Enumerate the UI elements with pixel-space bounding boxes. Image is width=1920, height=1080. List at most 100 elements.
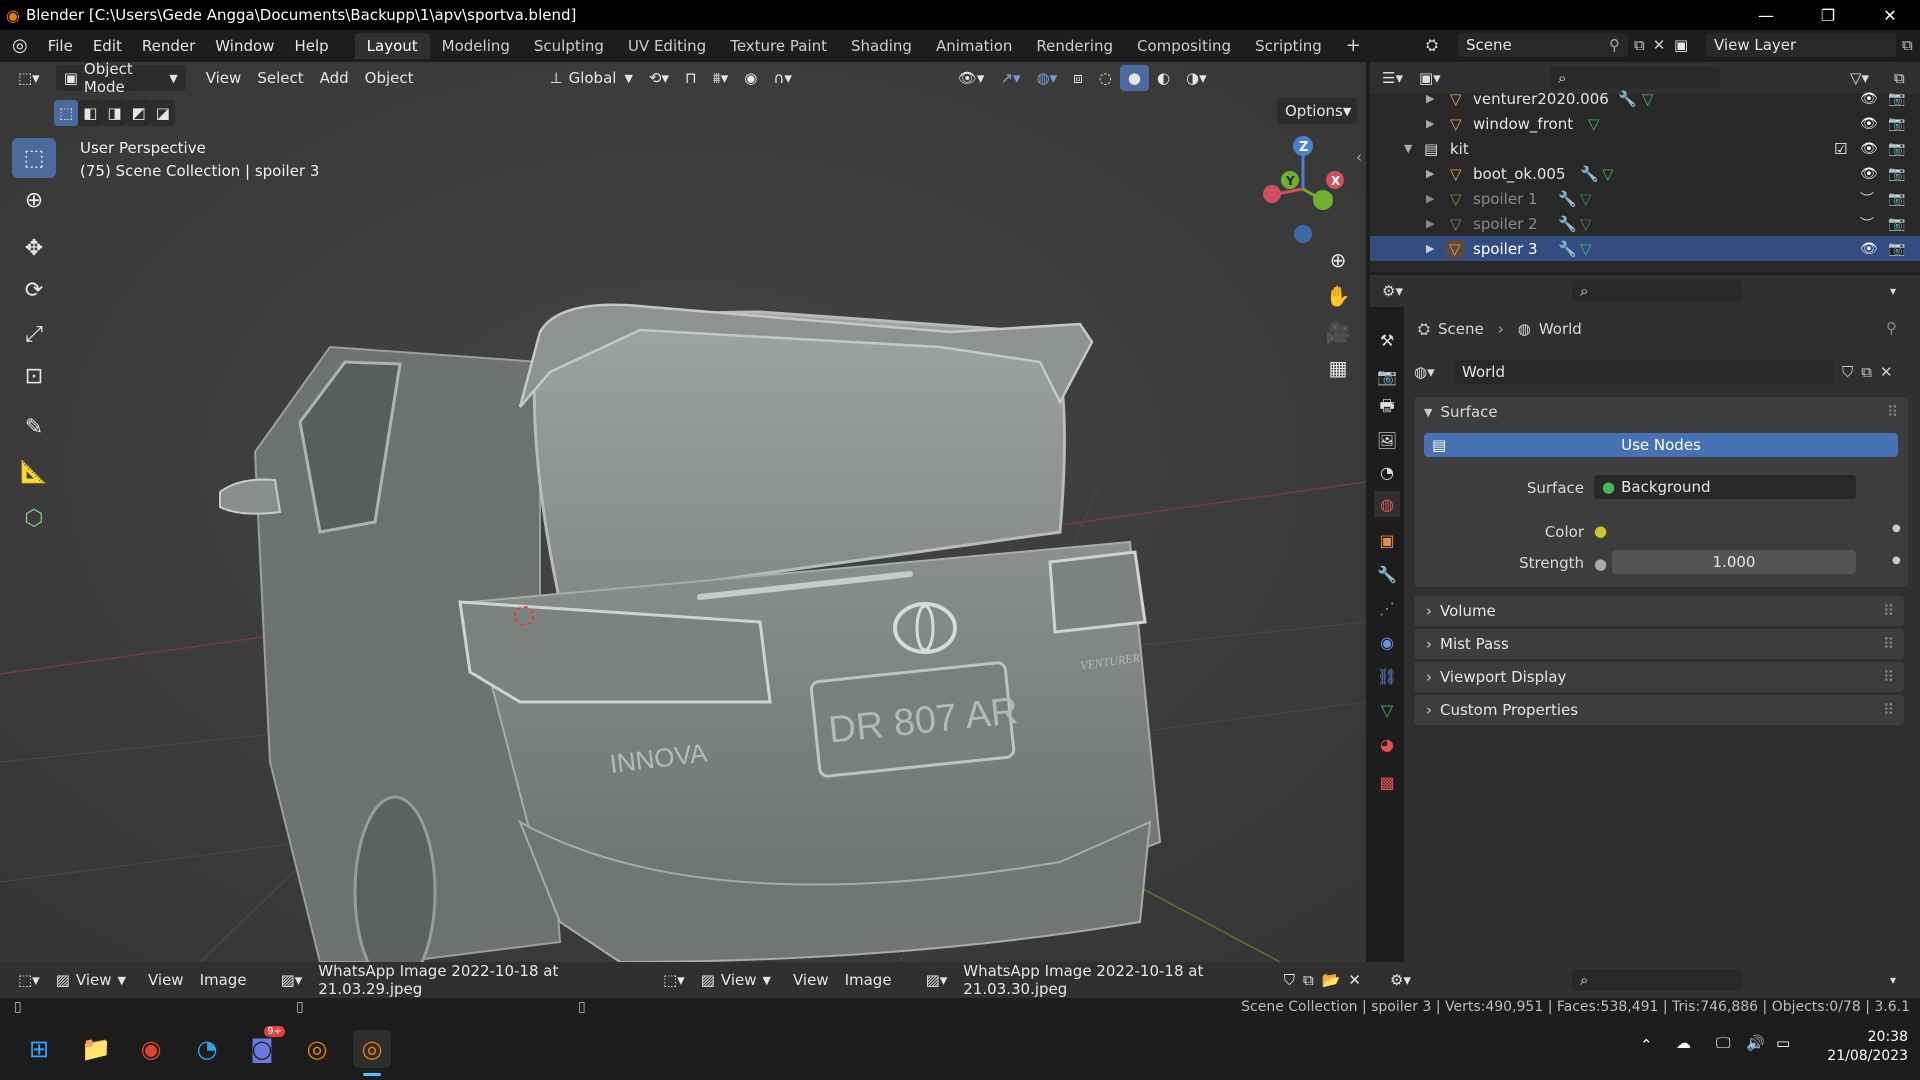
- editor-type-icon[interactable]: ⬚▾: [10, 65, 48, 91]
- visibility-eye-icon[interactable]: 👁: [1860, 141, 1878, 157]
- discord-icon[interactable]: ◙ 9+: [243, 1026, 285, 1068]
- battery-icon[interactable]: ▭: [1776, 1034, 1790, 1052]
- keyframe-dot-icon[interactable]: ●: [1892, 555, 1901, 566]
- select-invert-icon[interactable]: ◩: [126, 100, 151, 126]
- pivot-point-icon[interactable]: ⟲▾: [641, 65, 677, 91]
- tab-compositing[interactable]: Compositing: [1125, 33, 1243, 59]
- expand-arrow-icon[interactable]: ▶: [1426, 167, 1434, 180]
- fake-user-icon[interactable]: ⛉: [1280, 967, 1299, 993]
- new-image-icon[interactable]: ⧉: [1299, 967, 1318, 993]
- material-tab-icon[interactable]: ◕: [1374, 731, 1400, 757]
- select-subtract-icon[interactable]: ◨: [102, 100, 127, 126]
- hidden-eye-icon[interactable]: ︶: [1860, 189, 1874, 209]
- close-button[interactable]: ✕: [1862, 0, 1918, 30]
- outliner-row[interactable]: ▶ ▽ boot_ok.005 🔧 ▽ 👁 📷: [1370, 161, 1920, 186]
- zoom-icon[interactable]: ⊕: [1320, 242, 1356, 278]
- menu-help[interactable]: Help: [284, 37, 338, 55]
- tab-rendering[interactable]: Rendering: [1024, 33, 1125, 59]
- collapse-arrow-icon[interactable]: ▼: [1404, 142, 1412, 155]
- tab-layout[interactable]: Layout: [354, 32, 430, 59]
- strength-slider[interactable]: 1.000: [1612, 550, 1856, 574]
- pan-hand-icon[interactable]: ✋: [1320, 278, 1356, 314]
- render-tab-icon[interactable]: 📷: [1374, 363, 1400, 389]
- transform-tool-icon[interactable]: ⊡: [12, 356, 56, 396]
- outliner-row[interactable]: ▶ ▽ spoiler 1 🔧 ▽ ︶ 📷: [1370, 186, 1920, 211]
- menu-view[interactable]: View: [140, 967, 192, 993]
- outliner-row[interactable]: ▼ ▤ kit ☑ 👁 📷: [1370, 136, 1920, 161]
- view-layer-field[interactable]: View Layer: [1706, 33, 1896, 57]
- expand-arrow-icon[interactable]: ▶: [1426, 242, 1434, 255]
- network-icon[interactable]: 🖵: [1716, 1034, 1730, 1052]
- menu-render[interactable]: Render: [132, 37, 205, 55]
- drag-handle-icon[interactable]: ⠿: [1883, 635, 1894, 653]
- new-view-layer-icon[interactable]: ⧉: [1902, 36, 1913, 54]
- duplicate-world-icon[interactable]: ⧉: [1861, 363, 1872, 381]
- keyframe-dot-icon[interactable]: ●: [1892, 523, 1901, 534]
- expand-arrow-icon[interactable]: ▶: [1426, 217, 1434, 230]
- color-field[interactable]: ●: [1594, 519, 1856, 543]
- select-intersect-icon[interactable]: ◪: [150, 100, 175, 126]
- blender-menu-icon[interactable]: ◎: [0, 35, 38, 56]
- data-tab-icon[interactable]: ▽: [1374, 697, 1400, 723]
- view-layer-tab-icon[interactable]: 🖼: [1374, 427, 1400, 453]
- blender-taskbar-icon[interactable]: ◎: [298, 1030, 336, 1068]
- surface-panel-header[interactable]: ▼ Surface ⠿: [1414, 397, 1908, 427]
- cursor-tool-icon[interactable]: ⊕: [12, 180, 56, 220]
- render-camera-icon[interactable]: 📷: [1888, 141, 1905, 157]
- 3d-viewport[interactable]: DR 807 AR INNOVA VENTURER ⬚▾ ▣ Object Mo…: [0, 62, 1366, 962]
- snap-icon[interactable]: ⊓: [677, 65, 705, 91]
- file-explorer-icon[interactable]: 📁: [77, 1030, 115, 1068]
- render-camera-icon[interactable]: 📷: [1888, 91, 1905, 107]
- render-camera-icon[interactable]: 📷: [1888, 216, 1905, 232]
- perspective-toggle-icon[interactable]: ▦: [1320, 350, 1356, 386]
- menu-image[interactable]: Image: [192, 967, 255, 993]
- new-collection-icon[interactable]: ⧉: [1894, 69, 1905, 87]
- unlink-image-icon[interactable]: ✕: [1344, 967, 1365, 993]
- snap-target-icon[interactable]: ⩩▾: [705, 65, 737, 91]
- object-tab-icon[interactable]: ▣: [1374, 527, 1400, 553]
- tab-uv-editing[interactable]: UV Editing: [616, 33, 718, 59]
- rendered-shading-icon[interactable]: ◑▾: [1178, 65, 1215, 91]
- drag-handle-icon[interactable]: ⠿: [1883, 668, 1894, 686]
- solid-shading-icon[interactable]: ●: [1119, 65, 1149, 91]
- tool-tab-icon[interactable]: ⚒: [1374, 327, 1400, 353]
- sidebar-toggle-icon[interactable]: ‹: [1356, 148, 1362, 166]
- scale-tool-icon[interactable]: ⤢: [12, 314, 56, 354]
- scene-tab-icon[interactable]: ◔: [1374, 459, 1400, 485]
- overlay-toggle-icon[interactable]: ◍▾: [1029, 65, 1066, 91]
- world-tab-icon[interactable]: ◍: [1374, 491, 1400, 517]
- image-name-field[interactable]: WhatsApp Image 2022-10-18 at 21.03.30.jp…: [955, 962, 1279, 998]
- exclude-checkbox[interactable]: ☑: [1834, 140, 1847, 158]
- new-scene-icon[interactable]: ⧉: [1634, 36, 1645, 54]
- outliner-row[interactable]: ▶ ▽ venturer2020.006 🔧 ▽ 👁 📷: [1370, 86, 1920, 111]
- viewport-display-panel[interactable]: › Viewport Display ⠿: [1414, 662, 1904, 692]
- particles-tab-icon[interactable]: ⋰: [1374, 595, 1400, 621]
- tab-animation[interactable]: Animation: [924, 33, 1024, 59]
- tab-shading[interactable]: Shading: [839, 33, 924, 59]
- view-layer-icon[interactable]: ▣: [1674, 36, 1706, 54]
- rotate-tool-icon[interactable]: ⟳: [12, 270, 56, 310]
- use-nodes-button[interactable]: ▤ Use Nodes: [1424, 433, 1898, 457]
- hidden-eye-icon[interactable]: ︶: [1860, 214, 1874, 234]
- properties-search-input[interactable]: ⌕: [1572, 280, 1742, 302]
- visibility-eye-icon[interactable]: 👁: [1860, 166, 1878, 182]
- select-new-icon[interactable]: ⬚: [54, 100, 79, 126]
- outliner-editor-icon[interactable]: ☰▾: [1382, 69, 1403, 87]
- scene-icon[interactable]: ⛭: [1426, 36, 1458, 54]
- modifier-tab-icon[interactable]: 🔧: [1374, 561, 1400, 587]
- add-cube-tool-icon[interactable]: ⬡: [12, 498, 56, 538]
- xray-toggle-icon[interactable]: ⧈: [1065, 65, 1091, 91]
- constraints-tab-icon[interactable]: ⛓: [1374, 663, 1400, 689]
- outliner-row-selected[interactable]: ▶ ▽ spoiler 3 🔧 ▽ 👁 📷: [1370, 236, 1920, 261]
- clock[interactable]: 20:38 21/08/2023: [1808, 1028, 1908, 1066]
- view-mode-dropdown[interactable]: ▨ View ▼: [693, 967, 779, 993]
- image-name-field[interactable]: WhatsApp Image 2022-10-18 at 21.03.29.jp…: [310, 962, 642, 998]
- options-chevron-icon[interactable]: ▾: [1890, 973, 1896, 987]
- volume-icon[interactable]: 🔊: [1746, 1034, 1765, 1052]
- open-image-icon[interactable]: 📂: [1318, 967, 1345, 993]
- delete-scene-icon[interactable]: ✕: [1653, 36, 1666, 54]
- menu-view[interactable]: View: [198, 65, 250, 91]
- menu-select[interactable]: Select: [249, 65, 311, 91]
- image-browse-icon[interactable]: ▨▾: [273, 967, 311, 993]
- properties-options-icon[interactable]: ▾: [1890, 284, 1896, 298]
